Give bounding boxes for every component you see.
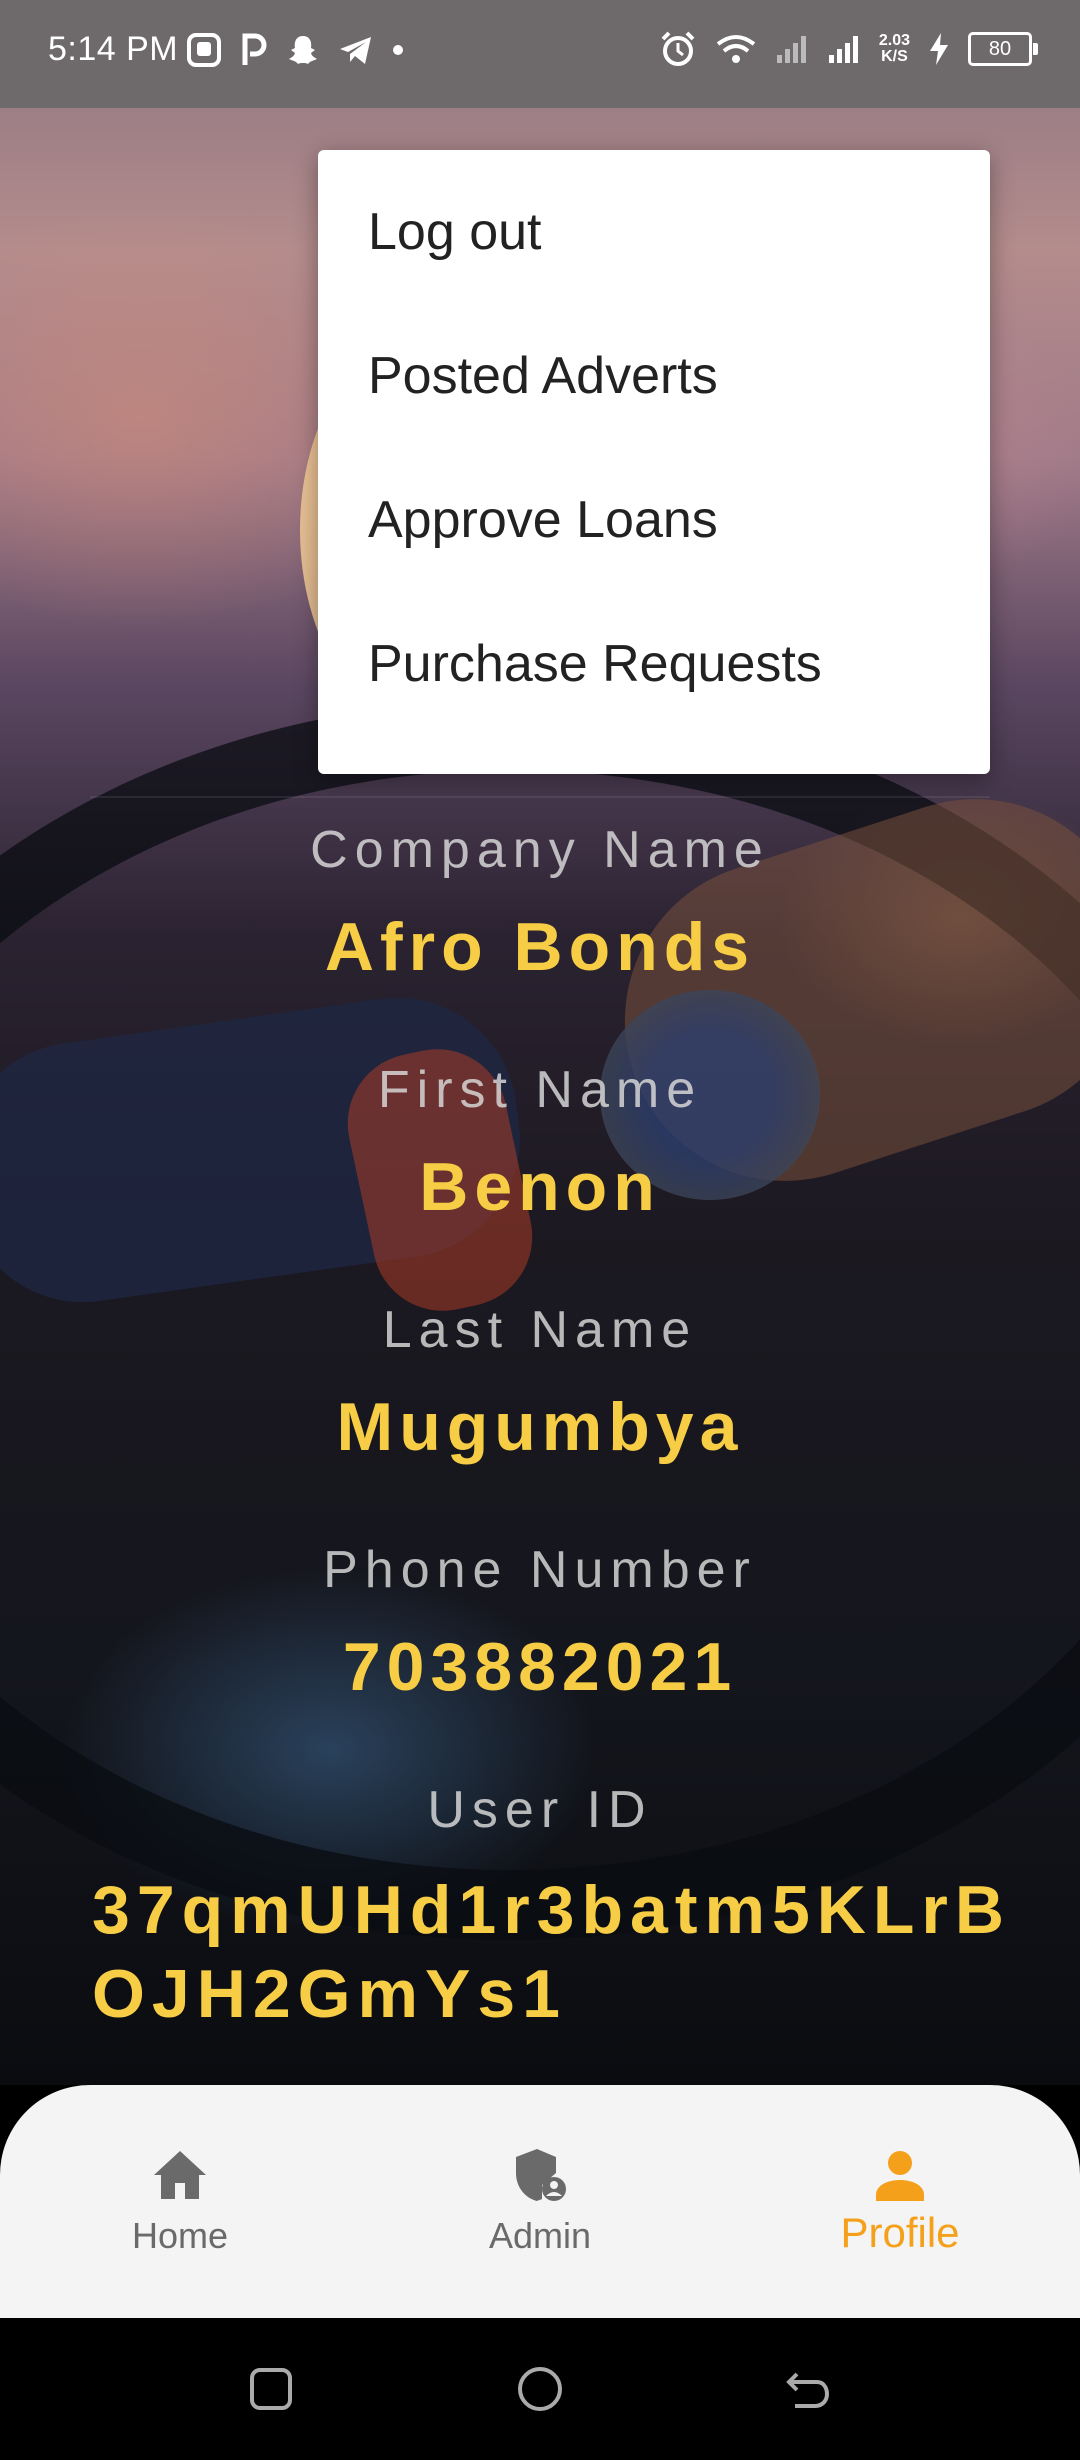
- last-name-label: Last Name: [382, 1301, 698, 1359]
- nav-admin-label: Admin: [488, 2215, 592, 2256]
- first-name-value-row: Benon: [0, 1148, 1080, 1226]
- signal-strong-icon: [828, 36, 858, 63]
- app-icon: [187, 33, 221, 67]
- home-icon: [154, 2151, 206, 2199]
- nav-home-label: Home: [131, 2215, 229, 2256]
- charging-icon: [930, 33, 948, 65]
- network-speed-value: 2.03: [878, 32, 910, 49]
- signal-weak-icon: [776, 36, 806, 63]
- dot-icon: [393, 45, 403, 55]
- recent-apps-icon[interactable]: [246, 2364, 296, 2414]
- admin-shield-icon: [516, 2149, 566, 2201]
- network-speed-unit: K/S: [881, 48, 908, 65]
- menu-item-approve-loans[interactable]: Approve Loans: [318, 448, 990, 592]
- nav-profile-label: Profile: [840, 2209, 960, 2256]
- person-icon: [876, 2151, 924, 2201]
- company-name-label: Company Name: [310, 821, 770, 879]
- menu-item-posted-adverts[interactable]: Posted Adverts: [318, 304, 990, 448]
- user-id-label: User ID: [427, 1781, 653, 1839]
- snapchat-icon: [289, 36, 317, 64]
- battery-indicator: 80: [968, 32, 1038, 66]
- first-name-field: First Name: [0, 1060, 1080, 1120]
- last-name-value: Mugumbya: [336, 1389, 744, 1465]
- bottom-navigation: Home Admin Profile: [0, 2085, 1080, 2318]
- last-name-value-row: Mugumbya: [0, 1388, 1080, 1466]
- nav-admin[interactable]: Admin: [420, 2085, 660, 2318]
- menu-item-log-out[interactable]: Log out: [318, 160, 990, 304]
- p-icon: [242, 33, 267, 65]
- first-name-value: Benon: [419, 1149, 661, 1225]
- company-name-field: Company Name: [0, 820, 1080, 880]
- menu-item-purchase-requests[interactable]: Purchase Requests: [318, 592, 990, 736]
- phone-number-value: 703882021: [342, 1629, 738, 1705]
- user-id-value: 37qmUHd1r3batm5KLrBOJH2GmYs1: [92, 1872, 1011, 2032]
- alarm-icon: [661, 31, 695, 66]
- network-speed: 2.03 K/S: [879, 33, 910, 65]
- phone-number-field: Phone Number: [0, 1540, 1080, 1600]
- nav-profile[interactable]: Profile: [780, 2085, 1020, 2318]
- back-icon[interactable]: [783, 2364, 833, 2414]
- overflow-menu: Log out Posted Adverts Approve Loans Pur…: [318, 150, 990, 774]
- first-name-label: First Name: [377, 1061, 703, 1119]
- telegram-icon: [340, 37, 371, 64]
- company-name-value: Afro Bonds: [324, 909, 756, 985]
- status-bar: 5:14 PM 2.03 K/S 80: [0, 0, 1080, 108]
- phone-number-value-row: 703882021: [0, 1628, 1080, 1706]
- nav-home[interactable]: Home: [60, 2085, 300, 2318]
- notification-icons: [186, 32, 404, 68]
- wifi-icon: [716, 35, 756, 63]
- phone-number-label: Phone Number: [323, 1541, 757, 1599]
- system-navigation-bar: [0, 2318, 1080, 2460]
- status-time: 5:14 PM: [48, 30, 179, 68]
- home-button-icon[interactable]: [515, 2364, 565, 2414]
- user-id-field: User ID: [0, 1780, 1080, 1840]
- system-icons: 2.03 K/S 80: [659, 30, 1038, 68]
- divider: [90, 796, 990, 798]
- last-name-field: Last Name: [0, 1300, 1080, 1360]
- company-name-value-row: Afro Bonds: [0, 908, 1080, 986]
